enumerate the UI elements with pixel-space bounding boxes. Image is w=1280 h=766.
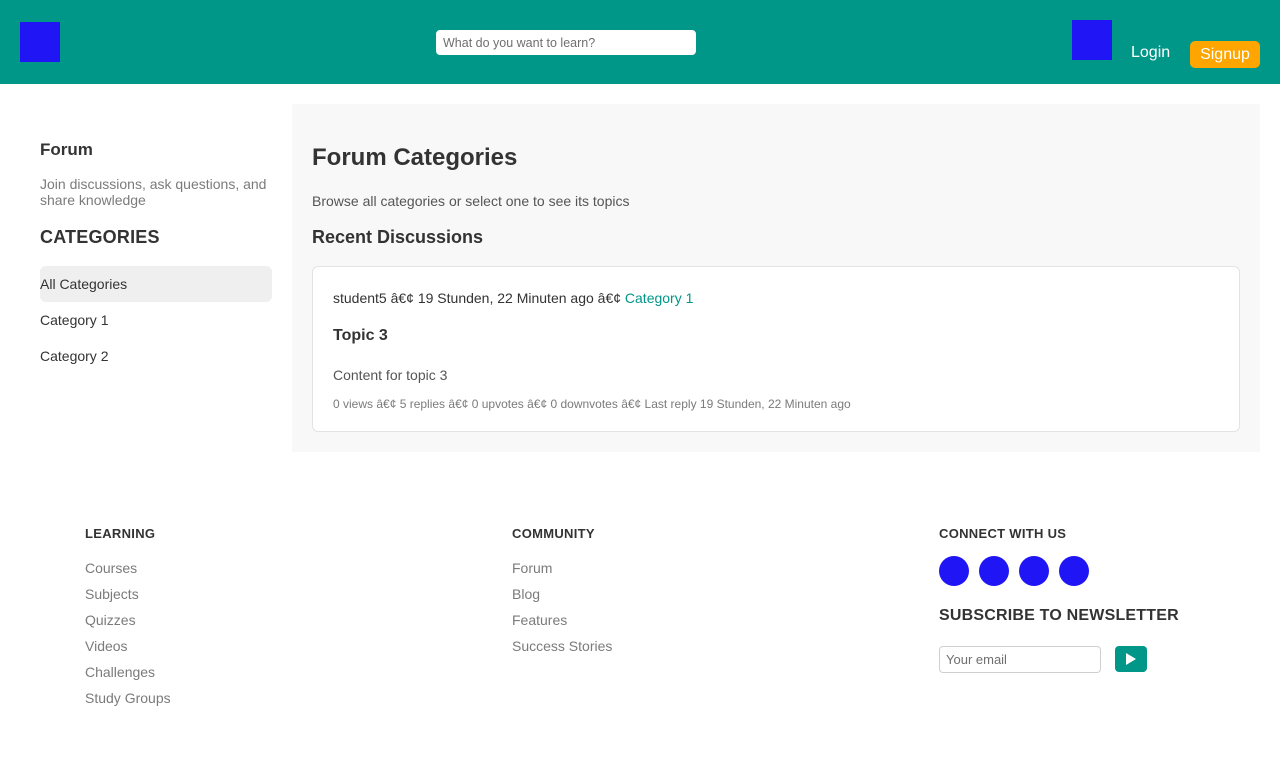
footer-link-forum[interactable]: Forum <box>512 560 612 586</box>
discussion-meta: student5 â€¢ 19 Stunden, 22 Minuten ago … <box>333 290 693 306</box>
page-subtitle: Browse all categories or select one to s… <box>312 193 630 209</box>
sidebar-item-all-categories[interactable]: All Categories <box>40 266 272 302</box>
discussion-stats: 0 views â€¢ 5 replies â€¢ 0 upvotes â€¢ … <box>333 397 851 411</box>
recent-discussions-heading: Recent Discussions <box>312 227 484 247</box>
footer-learning-heading: LEARNING <box>85 526 156 541</box>
page-title: Forum Categories <box>312 144 518 171</box>
send-arrow-icon <box>1126 653 1136 665</box>
social-icon-4[interactable] <box>1059 556 1089 586</box>
sidebar-description: Join discussions, ask questions, and sha… <box>40 176 267 208</box>
sidebar-title: Forum <box>40 140 93 159</box>
footer-link-courses[interactable]: Courses <box>85 560 171 586</box>
footer-connect-heading: CONNECT WITH US <box>939 526 1067 541</box>
social-icon-1[interactable] <box>939 556 969 586</box>
logo-icon[interactable] <box>20 22 60 62</box>
social-icon-3[interactable] <box>1019 556 1049 586</box>
footer-link-quizzes[interactable]: Quizzes <box>85 612 171 638</box>
discussion-card[interactable]: student5 â€¢ 19 Stunden, 22 Minuten ago … <box>312 266 1240 432</box>
sidebar-item-category-1[interactable]: Category 1 <box>40 302 272 338</box>
footer-connect-column: CONNECT WITH US <box>939 526 1066 541</box>
footer-learning-column: LEARNING Courses Subjects Quizzes Videos… <box>85 526 171 706</box>
categories-heading: CATEGORIES <box>40 227 160 247</box>
sidebar-item-category-2[interactable]: Category 2 <box>40 338 272 374</box>
login-link[interactable]: Login <box>1131 44 1170 62</box>
footer-community-links: Forum Blog Features Success Stories <box>512 560 612 664</box>
footer-link-subjects[interactable]: Subjects <box>85 586 171 612</box>
footer-link-success-stories[interactable]: Success Stories <box>512 638 612 664</box>
footer-link-videos[interactable]: Videos <box>85 638 171 664</box>
footer-community-column: COMMUNITY Forum Blog Features Success St… <box>512 526 612 654</box>
discussion-author-time: student5 â€¢ 19 Stunden, 22 Minuten ago … <box>333 290 622 306</box>
signup-button[interactable]: Signup <box>1190 41 1260 68</box>
search-input[interactable] <box>436 30 696 55</box>
newsletter-email-input[interactable] <box>939 646 1101 673</box>
footer-community-heading: COMMUNITY <box>512 526 595 541</box>
discussion-category-link[interactable]: Category 1 <box>625 290 693 306</box>
newsletter-submit-button[interactable] <box>1115 646 1147 672</box>
footer-learning-links: Courses Subjects Quizzes Videos Challeng… <box>85 560 171 716</box>
footer-link-features[interactable]: Features <box>512 612 612 638</box>
discussion-title[interactable]: Topic 3 <box>333 327 388 345</box>
discussion-content: Content for topic 3 <box>333 367 448 383</box>
top-header: Login Signup <box>0 0 1280 84</box>
social-icon-2[interactable] <box>979 556 1009 586</box>
newsletter-heading: SUBSCRIBE TO NEWSLETTER <box>939 607 1179 624</box>
user-icon[interactable] <box>1072 20 1112 60</box>
footer-link-study-groups[interactable]: Study Groups <box>85 690 171 716</box>
social-icons <box>939 556 1089 586</box>
footer-link-blog[interactable]: Blog <box>512 586 612 612</box>
footer-link-challenges[interactable]: Challenges <box>85 664 171 690</box>
main-content: Forum Categories Browse all categories o… <box>292 104 1260 452</box>
